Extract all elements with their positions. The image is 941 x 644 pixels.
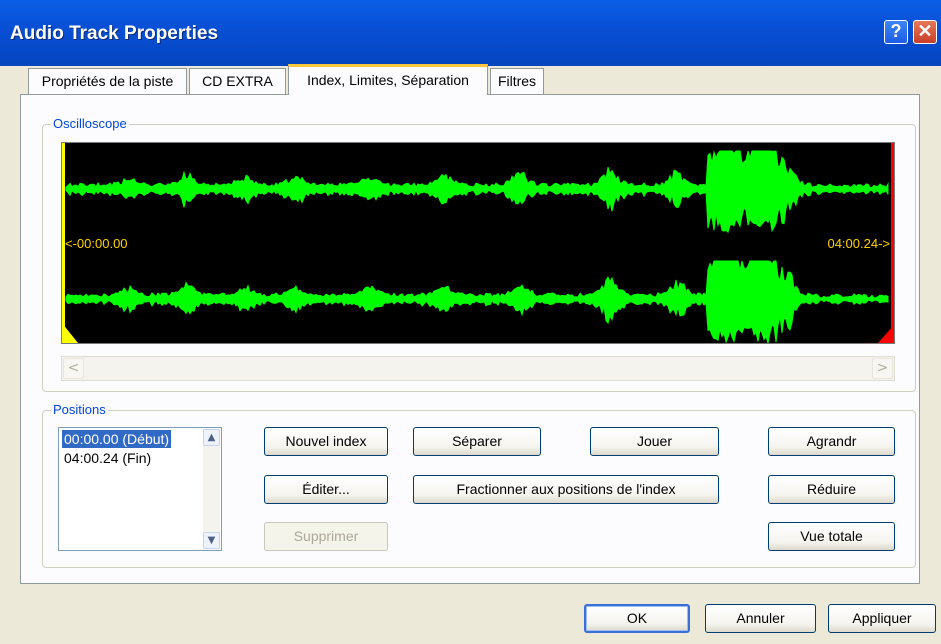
new-index-button[interactable]: Nouvel index	[264, 427, 388, 456]
waveform-right-channel	[65, 260, 889, 343]
positions-group-label: Positions	[51, 402, 108, 417]
delete-button[interactable]: Supprimer	[264, 522, 388, 551]
apply-button[interactable]: Appliquer	[828, 604, 936, 633]
oscilloscope-scrollbar[interactable]: < >	[61, 356, 895, 381]
title-bar: Audio Track Properties ? ✕	[0, 0, 941, 66]
scroll-right-button[interactable]: >	[872, 358, 893, 379]
edit-button[interactable]: Éditer...	[264, 475, 388, 504]
zoom-out-button[interactable]: Réduire	[768, 475, 895, 504]
start-time-label: <-00:00.00	[65, 236, 128, 251]
close-button[interactable]: ✕	[913, 20, 937, 44]
full-view-button[interactable]: Vue totale	[768, 522, 895, 551]
tab-cd-extra[interactable]: CD EXTRA	[189, 68, 286, 94]
oscilloscope-display[interactable]: <-00:00.00 04:00.24->	[61, 142, 895, 344]
split-at-index-button[interactable]: Fractionner aux positions de l'index	[413, 475, 719, 504]
ok-button[interactable]: OK	[584, 604, 690, 633]
tab-index-limits-split[interactable]: Index, Limites, Séparation	[288, 64, 488, 95]
list-item[interactable]: 00:00.00 (Début)	[62, 430, 172, 448]
play-button[interactable]: Jouer	[590, 427, 719, 456]
tab-track-properties[interactable]: Propriétés de la piste	[28, 68, 187, 94]
positions-list[interactable]: 00:00.00 (Début) 04:00.24 (Fin) ▲ ▼	[58, 427, 222, 551]
scroll-left-button[interactable]: <	[63, 358, 84, 379]
waveform-left-channel	[65, 150, 889, 234]
split-button[interactable]: Séparer	[413, 427, 541, 456]
cancel-button[interactable]: Annuler	[705, 604, 816, 633]
positions-list-scrollbar[interactable]: ▲ ▼	[203, 429, 220, 549]
end-time-label: 04:00.24->	[827, 236, 890, 251]
end-marker-line	[891, 143, 894, 343]
oscilloscope-group-label: Oscilloscope	[51, 116, 129, 131]
list-item[interactable]: 04:00.24 (Fin)	[62, 449, 153, 467]
waveform-canvas	[62, 143, 894, 343]
window-title: Audio Track Properties	[10, 23, 219, 44]
scroll-up-icon[interactable]: ▲	[203, 429, 220, 446]
zoom-in-button[interactable]: Agrandr	[768, 427, 895, 456]
scroll-down-icon[interactable]: ▼	[203, 532, 220, 549]
help-button[interactable]: ?	[884, 20, 908, 44]
tab-filters[interactable]: Filtres	[490, 68, 544, 94]
